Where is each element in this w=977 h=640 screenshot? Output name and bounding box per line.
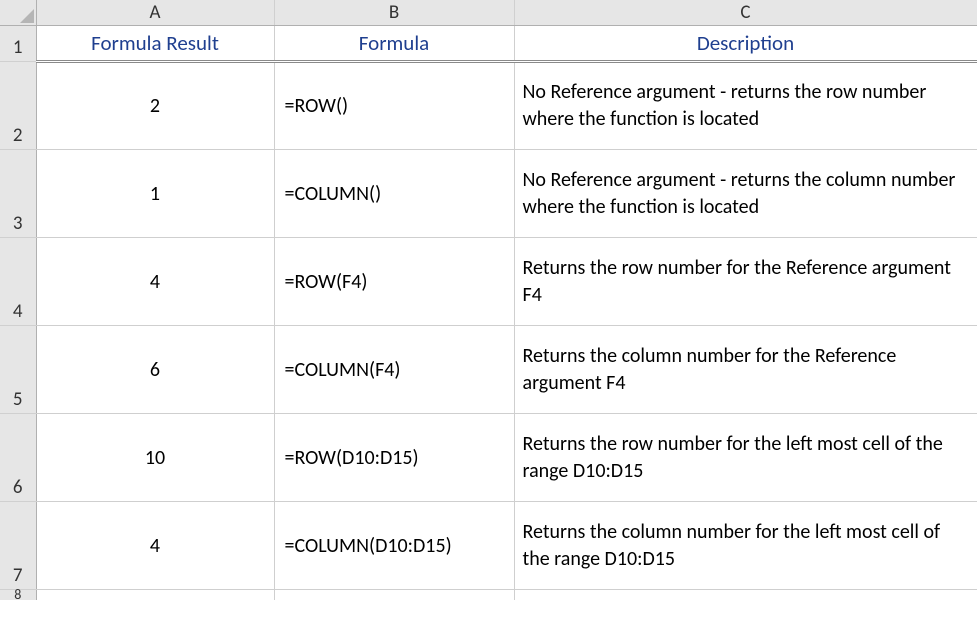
table-row: 8 [0,590,977,601]
row-header-1[interactable]: 1 [0,26,36,62]
select-all-corner[interactable] [0,0,36,26]
row-header-8[interactable]: 8 [0,590,36,601]
row-header-2[interactable]: 2 [0,62,36,150]
cell-B5[interactable]: =COLUMN(F4) [274,326,514,414]
cell-C5[interactable]: Returns the column number for the Refere… [514,326,977,414]
cell-A1[interactable]: Formula Result [36,26,274,62]
cell-C2[interactable]: No Reference argument - returns the row … [514,62,977,150]
cell-A7[interactable]: 4 [36,502,274,590]
cell-C3[interactable]: No Reference argument - returns the colu… [514,150,977,238]
table-row: 7 4 =COLUMN(D10:D15) Returns the column … [0,502,977,590]
cell-B2[interactable]: =ROW() [274,62,514,150]
cell-B8[interactable] [274,590,514,601]
spreadsheet: A B C 1 Formula Result Formula Descripti… [0,0,977,640]
row-header-3[interactable]: 3 [0,150,36,238]
cell-A2[interactable]: 2 [36,62,274,150]
cell-B3[interactable]: =COLUMN() [274,150,514,238]
table-row: 5 6 =COLUMN(F4) Returns the column numbe… [0,326,977,414]
row-header-6[interactable]: 6 [0,414,36,502]
table-header-row: 1 Formula Result Formula Description [0,26,977,62]
cell-A6[interactable]: 10 [36,414,274,502]
row-header-5[interactable]: 5 [0,326,36,414]
grid: A B C 1 Formula Result Formula Descripti… [0,0,977,600]
cell-B4[interactable]: =ROW(F4) [274,238,514,326]
table-row: 3 1 =COLUMN() No Reference argument - re… [0,150,977,238]
row-header-4[interactable]: 4 [0,238,36,326]
column-header-C[interactable]: C [514,0,977,26]
row-header-7[interactable]: 7 [0,502,36,590]
cell-A3[interactable]: 1 [36,150,274,238]
cell-C4[interactable]: Returns the row number for the Reference… [514,238,977,326]
cell-B7[interactable]: =COLUMN(D10:D15) [274,502,514,590]
cell-B6[interactable]: =ROW(D10:D15) [274,414,514,502]
cell-C1[interactable]: Description [514,26,977,62]
cell-A8[interactable] [36,590,274,601]
cell-C7[interactable]: Returns the column number for the left m… [514,502,977,590]
column-header-A[interactable]: A [36,0,274,26]
table-row: 6 10 =ROW(D10:D15) Returns the row numbe… [0,414,977,502]
cell-A4[interactable]: 4 [36,238,274,326]
cell-B1[interactable]: Formula [274,26,514,62]
cell-A5[interactable]: 6 [36,326,274,414]
column-header-row: A B C [0,0,977,26]
cell-C8[interactable] [514,590,977,601]
column-header-B[interactable]: B [274,0,514,26]
cell-C6[interactable]: Returns the row number for the left most… [514,414,977,502]
table-row: 2 2 =ROW() No Reference argument - retur… [0,62,977,150]
table-row: 4 4 =ROW(F4) Returns the row number for … [0,238,977,326]
